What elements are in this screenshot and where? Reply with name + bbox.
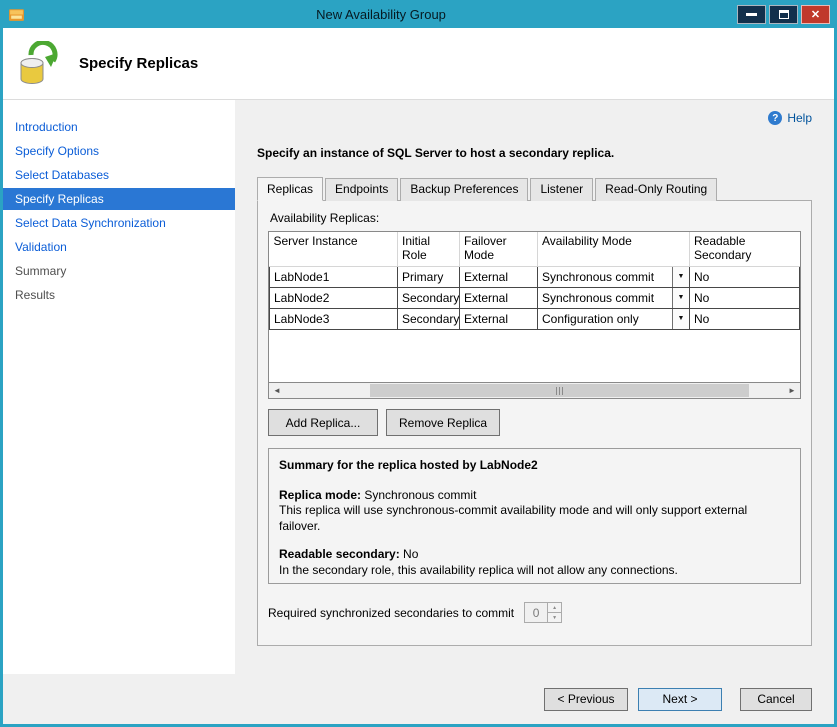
tab-backup-preferences[interactable]: Backup Preferences [400,178,528,201]
table-row: LabNode3 Secondary External Configuratio… [270,308,800,329]
app-icon [8,6,25,23]
dialog-window: New Availability Group ✕ Specify Replica… [0,0,837,727]
tab-strip: Replicas Endpoints Backup Preferences Li… [257,178,812,201]
cell-failover-mode[interactable]: External [460,308,538,329]
cell-failover-mode[interactable]: External [460,287,538,308]
instruction-text: Specify an instance of SQL Server to hos… [257,146,812,160]
sidebar-item-results: Results [3,284,235,306]
chevron-down-icon[interactable]: ▼ [672,309,689,329]
spinner-down-icon[interactable]: ▼ [548,612,561,622]
help-link[interactable]: Help [787,111,812,125]
cell-readable-secondary[interactable]: No [690,308,800,329]
scroll-left-icon[interactable]: ◄ [269,383,285,398]
cell-server-instance[interactable]: LabNode1 [270,266,398,287]
availability-mode-value: Configuration only [542,312,639,326]
replica-summary-box: Summary for the replica hosted by LabNod… [268,448,801,584]
next-button[interactable]: Next > [638,688,722,711]
replica-mode-line: Replica mode: Synchronous commit [279,488,790,504]
column-header-initial-role[interactable]: Initial Role [398,232,460,266]
title-bar[interactable]: New Availability Group ✕ [0,0,837,28]
sidebar-item-validation[interactable]: Validation [3,236,235,258]
cell-readable-secondary[interactable]: No [690,266,800,287]
cell-server-instance[interactable]: LabNode3 [270,308,398,329]
close-button[interactable]: ✕ [801,5,830,24]
sidebar-item-specify-replicas[interactable]: Specify Replicas [3,188,235,210]
add-replica-button[interactable]: Add Replica... [268,409,378,436]
chevron-down-icon[interactable]: ▼ [672,288,689,308]
close-icon: ✕ [811,8,820,21]
table-row: LabNode2 Secondary External Synchronous … [270,287,800,308]
wizard-header: Specify Replicas [3,28,834,100]
tab-listener[interactable]: Listener [530,178,593,201]
window-body: Specify Replicas Introduction Specify Op… [3,28,834,724]
spinner-buttons: ▲ ▼ [547,603,561,622]
sidebar-item-select-databases[interactable]: Select Databases [3,164,235,186]
readable-secondary-label: Readable secondary: [279,547,400,561]
table-row: LabNode1 Primary External Synchronous co… [270,266,800,287]
spinner-up-icon[interactable]: ▲ [548,603,561,612]
chevron-down-icon[interactable]: ▼ [672,267,689,287]
replicas-grid-area: Server Instance Initial Role Failover Mo… [269,232,800,382]
availability-mode-value: Synchronous commit [542,270,654,284]
cell-readable-secondary[interactable]: No [690,287,800,308]
replica-mode-label: Replica mode: [279,488,361,502]
minimize-icon [746,13,757,16]
readable-secondary-line: Readable secondary: No [279,547,790,563]
horizontal-scrollbar[interactable]: ◄ ► [269,382,800,398]
availability-replicas-label: Availability Replicas: [270,211,801,225]
window-title: New Availability Group [25,7,737,22]
tab-replicas[interactable]: Replicas [257,177,323,201]
cell-server-instance[interactable]: LabNode2 [270,287,398,308]
cell-initial-role[interactable]: Secondary [398,308,460,329]
cancel-button[interactable]: Cancel [740,688,812,711]
cell-availability-mode-combo[interactable]: Configuration only ▼ [538,308,690,329]
column-header-failover-mode[interactable]: Failover Mode [460,232,538,266]
cell-availability-mode-combo[interactable]: Synchronous commit ▼ [538,266,690,287]
replicas-grid: Server Instance Initial Role Failover Mo… [268,231,801,399]
tab-endpoints[interactable]: Endpoints [325,178,398,201]
replica-mode-description: This replica will use synchronous-commit… [279,503,790,534]
column-header-server-instance[interactable]: Server Instance [270,232,398,266]
maximize-icon [779,10,789,19]
scrollbar-track[interactable] [285,383,784,398]
grid-header-row: Server Instance Initial Role Failover Mo… [270,232,800,266]
maximize-button[interactable] [769,5,798,24]
required-secondaries-spinner[interactable]: 0 ▲ ▼ [524,602,562,623]
replica-buttons-row: Add Replica... Remove Replica [268,409,801,436]
help-icon: ? [768,111,782,125]
cell-initial-role[interactable]: Primary [398,266,460,287]
column-header-availability-mode[interactable]: Availability Mode [538,232,690,266]
scrollbar-thumb[interactable] [370,384,749,397]
sidebar-item-select-data-synchronization[interactable]: Select Data Synchronization [3,212,235,234]
previous-button[interactable]: < Previous [544,688,628,711]
wizard-content: Introduction Specify Options Select Data… [3,100,834,674]
remove-replica-button[interactable]: Remove Replica [386,409,500,436]
wizard-steps-sidebar: Introduction Specify Options Select Data… [3,100,235,674]
cell-failover-mode[interactable]: External [460,266,538,287]
sidebar-item-specify-options[interactable]: Specify Options [3,140,235,162]
sidebar-item-summary: Summary [3,260,235,282]
availability-group-icon [17,41,63,87]
scroll-right-icon[interactable]: ► [784,383,800,398]
sidebar-item-introduction[interactable]: Introduction [3,116,235,138]
help-row: ? Help [257,110,812,126]
minimize-button[interactable] [737,5,766,24]
readable-secondary-description: In the secondary role, this availability… [279,563,790,579]
replica-mode-value: Synchronous commit [361,488,476,502]
availability-mode-value: Synchronous commit [542,291,654,305]
cell-initial-role[interactable]: Secondary [398,287,460,308]
required-secondaries-label: Required synchronized secondaries to com… [268,606,514,620]
main-panel: ? Help Specify an instance of SQL Server… [235,100,834,674]
cell-availability-mode-combo[interactable]: Synchronous commit ▼ [538,287,690,308]
window-controls: ✕ [737,5,830,24]
wizard-footer: < Previous Next > Cancel [3,674,834,724]
column-header-readable-secondary[interactable]: Readable Secondary [690,232,800,266]
tab-read-only-routing[interactable]: Read-Only Routing [595,178,717,201]
spinner-value: 0 [525,603,547,622]
replicas-tab-panel: Availability Replicas: Server Instance [257,200,812,646]
readable-secondary-value: No [400,547,419,561]
required-secondaries-row: Required synchronized secondaries to com… [268,602,801,623]
summary-title: Summary for the replica hosted by LabNod… [279,458,790,474]
page-title: Specify Replicas [79,55,198,72]
